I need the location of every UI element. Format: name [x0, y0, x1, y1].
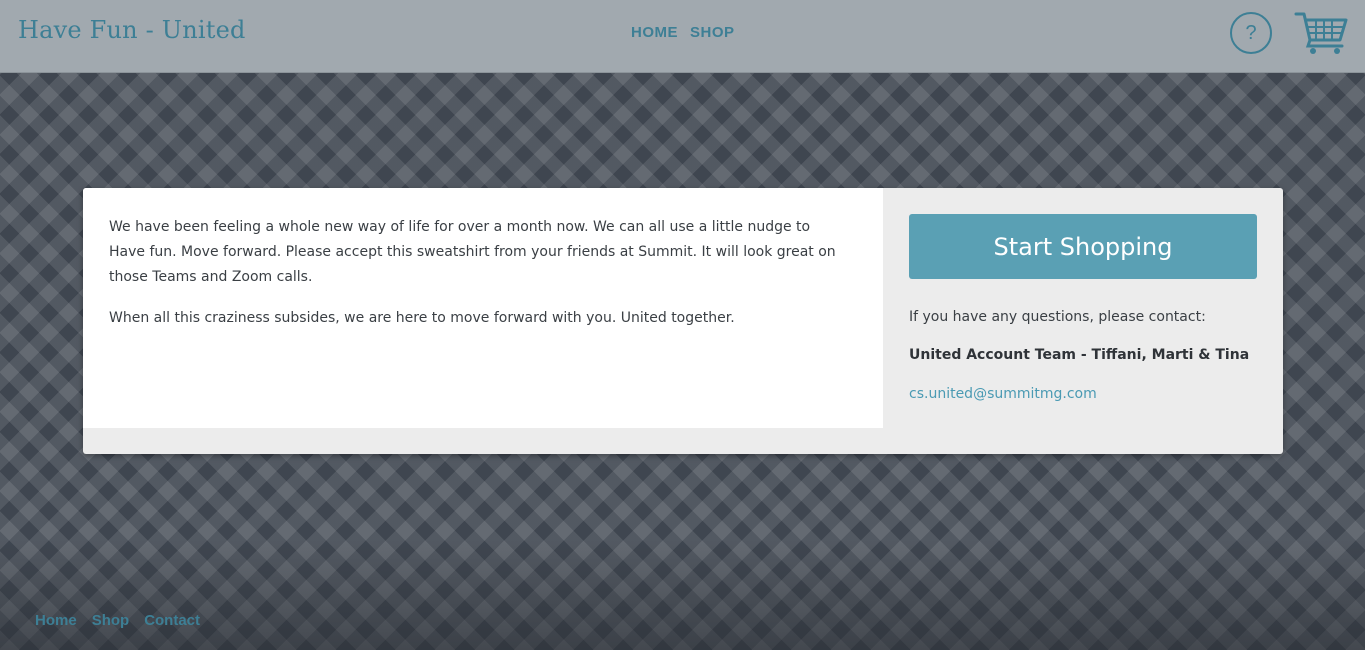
start-shopping-button[interactable]: Start Shopping	[909, 214, 1257, 279]
site-footer: Home Shop Contact	[35, 612, 200, 629]
message-paragraph: We have been feeling a whole new way of …	[109, 219, 836, 285]
welcome-card: We have been feeling a whole new way of …	[83, 188, 1283, 454]
question-circle-icon: ?	[1245, 21, 1257, 44]
message-paragraph: When all this craziness subsides, we are…	[109, 310, 735, 326]
contact-email-link[interactable]: cs.united@summitmg.com	[909, 386, 1257, 402]
message-panel: We have been feeling a whole new way of …	[83, 188, 883, 428]
background-pattern-fade	[0, 540, 1365, 650]
footer-home-link[interactable]: Home	[35, 612, 77, 629]
main-nav: HOME SHOP	[631, 24, 735, 41]
site-title[interactable]: Have Fun - United	[18, 16, 246, 44]
nav-home-link[interactable]: HOME	[631, 24, 678, 41]
footer-shop-link[interactable]: Shop	[92, 612, 130, 629]
site-header: Have Fun - United HOME SHOP ?	[0, 0, 1365, 73]
cart-button[interactable]	[1294, 10, 1348, 56]
contact-intro-text: If you have any questions, please contac…	[909, 309, 1206, 325]
contact-panel: Start Shopping If you have any questions…	[909, 214, 1257, 402]
shopping-cart-icon	[1294, 12, 1348, 54]
help-button[interactable]: ?	[1230, 12, 1272, 54]
contact-team-name: United Account Team - Tiffani, Marti & T…	[909, 347, 1250, 363]
footer-contact-link[interactable]: Contact	[144, 612, 200, 629]
nav-shop-link[interactable]: SHOP	[690, 24, 735, 41]
